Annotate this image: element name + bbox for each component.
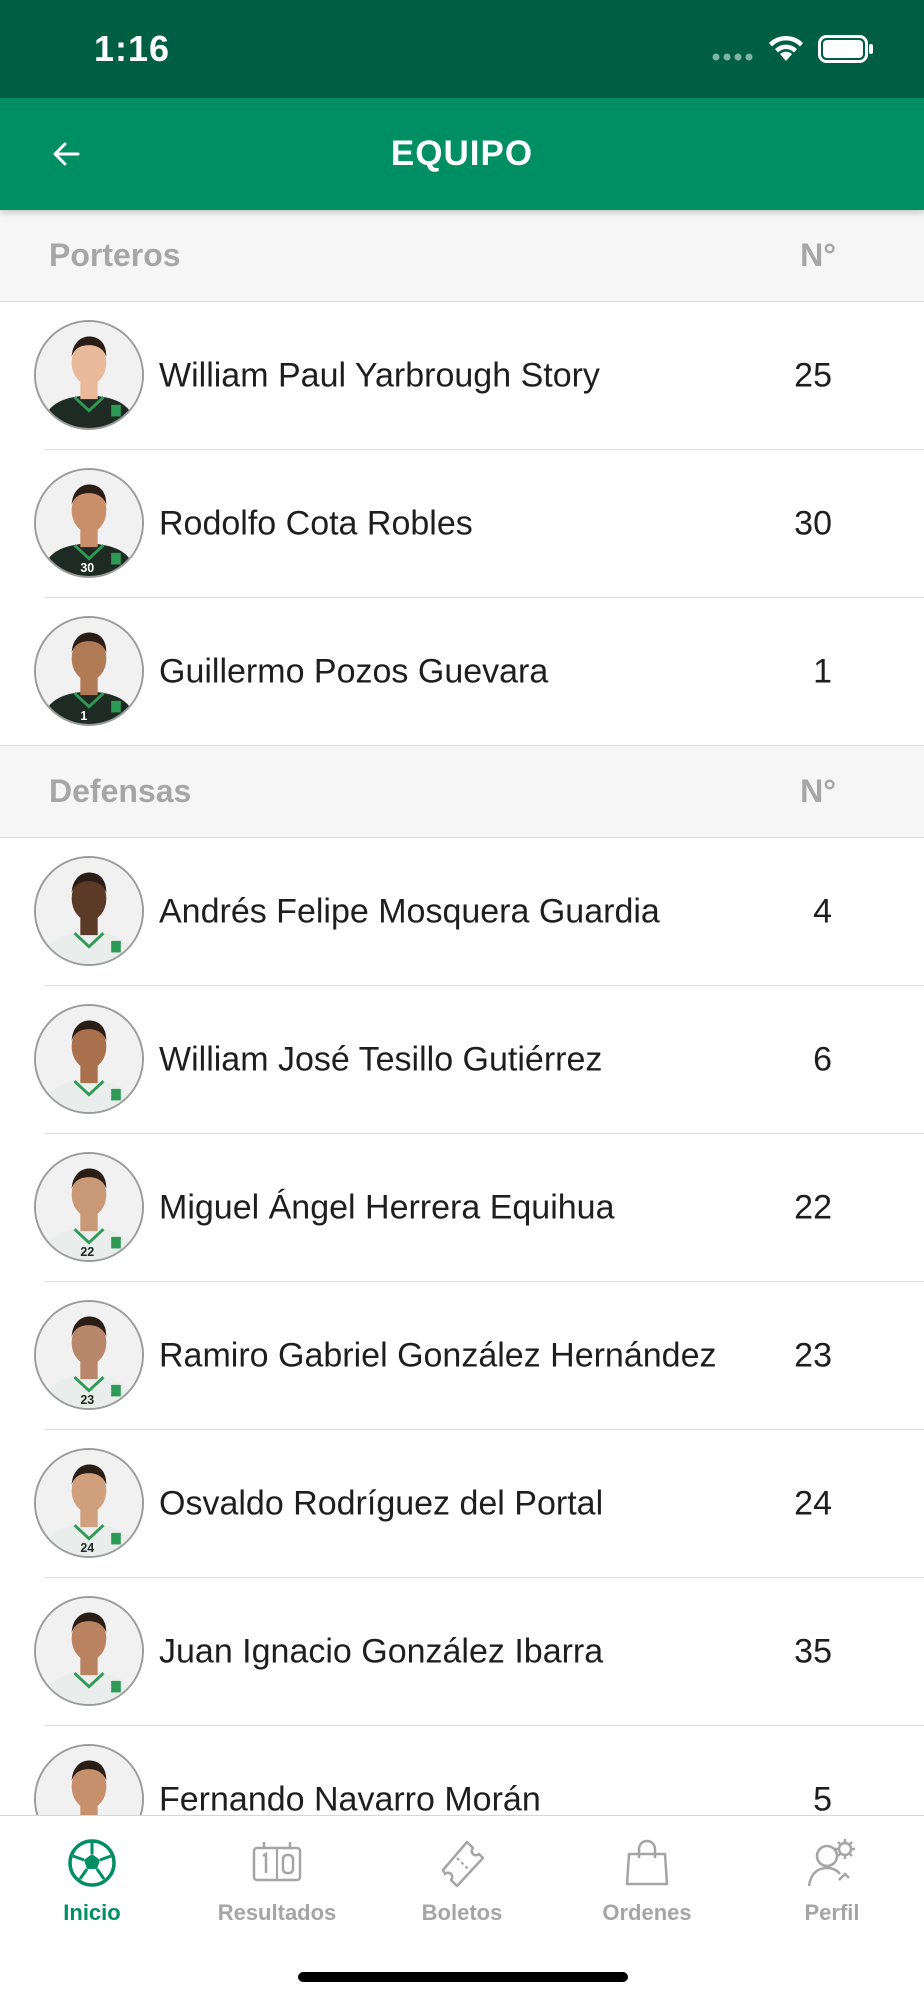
player-number: 35 bbox=[794, 1632, 832, 1671]
svg-text:30: 30 bbox=[80, 561, 94, 575]
tab-perfil[interactable]: Perfil bbox=[740, 1816, 924, 1936]
player-avatar bbox=[34, 1004, 144, 1114]
number-column-header: N° bbox=[800, 773, 836, 809]
player-row[interactable]: 23 Ramiro Gabriel González Hernández 23 bbox=[0, 1282, 924, 1430]
player-name: Ramiro Gabriel González Hernández bbox=[159, 1336, 717, 1375]
tab-label: Inicio bbox=[63, 1900, 121, 1925]
tab-label: Ordenes bbox=[602, 1900, 692, 1925]
battery-icon bbox=[818, 35, 873, 63]
player-name: William Paul Yarbrough Story bbox=[159, 356, 600, 395]
nav-bar: EQUIPO bbox=[0, 98, 924, 210]
player-row[interactable]: William Paul Yarbrough Story 25 bbox=[0, 302, 924, 450]
status-time: 1:16 bbox=[94, 28, 171, 69]
status-bar: 1:16 bbox=[0, 0, 924, 98]
back-arrow-icon bbox=[53, 142, 80, 166]
player-row[interactable]: William José Tesillo Gutiérrez 6 bbox=[0, 986, 924, 1134]
player-row[interactable]: 30 Rodolfo Cota Robles 30 bbox=[0, 450, 924, 598]
player-number: 1 bbox=[813, 652, 832, 691]
ticket-icon bbox=[441, 1840, 485, 1888]
tab-boletos[interactable]: Boletos bbox=[370, 1816, 554, 1936]
tab-resultados[interactable]: Resultados bbox=[185, 1816, 369, 1936]
player-avatar bbox=[34, 856, 144, 966]
svg-text:23: 23 bbox=[80, 1393, 94, 1407]
player-number: 6 bbox=[813, 1040, 832, 1079]
svg-text:1: 1 bbox=[80, 709, 87, 723]
section-title: Defensas bbox=[49, 773, 192, 809]
player-name: Andrés Felipe Mosquera Guardia bbox=[159, 892, 660, 931]
section-rows-defensas: Andrés Felipe Mosquera Guardia 4 William… bbox=[0, 838, 924, 1815]
player-avatar: 1 bbox=[34, 616, 144, 726]
player-name: Miguel Ángel Herrera Equihua bbox=[159, 1188, 615, 1227]
player-row[interactable]: 24 Osvaldo Rodríguez del Portal 24 bbox=[0, 1430, 924, 1578]
player-avatar: 30 bbox=[34, 468, 144, 578]
shopping-bag-icon bbox=[625, 1839, 669, 1886]
player-avatar: 22 bbox=[34, 1152, 144, 1262]
back-button[interactable] bbox=[40, 128, 92, 180]
tab-inicio[interactable]: Inicio bbox=[0, 1816, 184, 1936]
player-list[interactable]: Porteros N° William Paul Yarbrough Story… bbox=[0, 210, 924, 1815]
tab-ordenes[interactable]: Ordenes bbox=[555, 1816, 739, 1936]
player-name: Rodolfo Cota Robles bbox=[159, 504, 473, 543]
player-row[interactable]: Andrés Felipe Mosquera Guardia 4 bbox=[0, 838, 924, 986]
player-name: Guillermo Pozos Guevara bbox=[159, 652, 549, 691]
player-row[interactable]: 1 Guillermo Pozos Guevara 1 bbox=[0, 598, 924, 746]
player-avatar: 24 bbox=[34, 1448, 144, 1558]
player-row[interactable]: Juan Ignacio González Ibarra 35 bbox=[0, 1578, 924, 1726]
player-number: 4 bbox=[813, 892, 832, 931]
player-avatar bbox=[34, 1596, 144, 1706]
svg-text:24: 24 bbox=[80, 1541, 94, 1555]
user-gear-icon bbox=[807, 1839, 855, 1887]
tab-label: Boletos bbox=[421, 1900, 503, 1925]
player-number: 24 bbox=[794, 1484, 832, 1523]
tab-label: Perfil bbox=[804, 1900, 860, 1925]
soccer-ball-icon bbox=[68, 1839, 116, 1887]
home-indicator bbox=[298, 1972, 628, 1982]
section-header-porteros: Porteros N° bbox=[0, 210, 924, 302]
player-number: 25 bbox=[794, 356, 832, 395]
player-number: 5 bbox=[813, 1780, 832, 1816]
scoreboard-icon bbox=[252, 1842, 302, 1882]
player-number: 30 bbox=[794, 504, 832, 543]
svg-text:22: 22 bbox=[80, 1245, 94, 1259]
player-row[interactable]: Fernando Navarro Morán 5 bbox=[0, 1726, 924, 1815]
number-column-header: N° bbox=[800, 237, 836, 273]
player-avatar: 23 bbox=[34, 1300, 144, 1410]
player-name: William José Tesillo Gutiérrez bbox=[159, 1040, 603, 1079]
player-number: 23 bbox=[794, 1336, 832, 1375]
player-avatar bbox=[34, 1744, 144, 1815]
tab-label: Resultados bbox=[217, 1900, 337, 1925]
signal-icon bbox=[712, 53, 753, 61]
section-rows-porteros: William Paul Yarbrough Story 25 30 Rodol… bbox=[0, 302, 924, 746]
page-title: EQUIPO bbox=[390, 134, 534, 173]
player-row[interactable]: 22 Miguel Ángel Herrera Equihua 22 bbox=[0, 1134, 924, 1282]
player-name: Fernando Navarro Morán bbox=[159, 1780, 541, 1816]
tab-bar: Inicio Resultados Boletos Ordenes Perfil bbox=[0, 1815, 924, 2000]
section-header-defensas: Defensas N° bbox=[0, 746, 924, 838]
player-avatar bbox=[34, 320, 144, 430]
player-number: 22 bbox=[794, 1188, 832, 1227]
player-name: Juan Ignacio González Ibarra bbox=[159, 1632, 604, 1671]
section-title: Porteros bbox=[49, 237, 181, 273]
wifi-icon bbox=[769, 35, 803, 61]
player-name: Osvaldo Rodríguez del Portal bbox=[159, 1484, 604, 1523]
